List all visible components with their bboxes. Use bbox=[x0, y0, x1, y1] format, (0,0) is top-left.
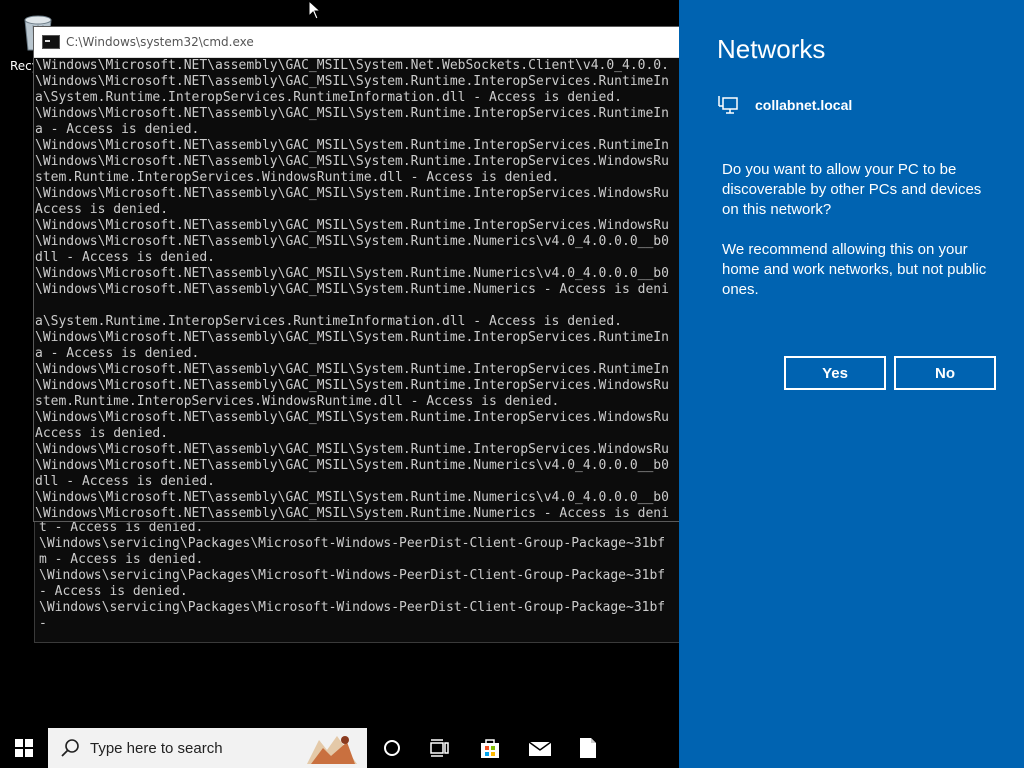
network-name: collabnet.local bbox=[755, 97, 853, 113]
windows-start-icon bbox=[15, 739, 33, 757]
store-icon bbox=[481, 739, 499, 758]
mail-icon bbox=[528, 741, 552, 756]
ethernet-icon bbox=[718, 96, 738, 114]
discoverable-question: Do you want to allow your PC to be disco… bbox=[722, 161, 982, 218]
yes-button[interactable]: Yes bbox=[784, 356, 886, 390]
cortana-button[interactable] bbox=[368, 728, 416, 768]
discoverable-recommendation: We recommend allowing this on your home … bbox=[722, 241, 987, 298]
search-placeholder: Type here to search bbox=[90, 739, 223, 757]
task-view-button[interactable] bbox=[416, 728, 464, 768]
no-button[interactable]: No bbox=[894, 356, 996, 390]
file-icon bbox=[580, 738, 596, 758]
cmd-app-icon bbox=[42, 35, 60, 49]
mail-button[interactable] bbox=[516, 728, 564, 768]
cmd-window[interactable]: C:\Windows\system32\cmd.exe \Windows\Mic… bbox=[33, 26, 681, 522]
file-button[interactable] bbox=[564, 728, 612, 768]
cmd-window-title: C:\Windows\system32\cmd.exe bbox=[66, 35, 254, 49]
networks-flyout: Networks collabnet.local Do you want to … bbox=[679, 0, 1024, 768]
cmd-console-body[interactable]: \Windows\Microsoft.NET\assembly\GAC_MSIL… bbox=[34, 58, 680, 521]
start-button[interactable] bbox=[0, 728, 48, 768]
cortana-icon bbox=[384, 740, 400, 756]
taskbar: Type here to search bbox=[0, 728, 679, 768]
cmd-titlebar[interactable]: C:\Windows\system32\cmd.exe bbox=[34, 27, 680, 58]
background-cmd-window[interactable]: t - Access is denied. \Windows\servicing… bbox=[34, 520, 681, 643]
network-entry[interactable]: collabnet.local bbox=[717, 94, 852, 116]
store-button[interactable] bbox=[466, 728, 514, 768]
task-view-icon bbox=[430, 739, 449, 757]
networks-title: Networks bbox=[717, 34, 826, 64]
cmd-output: \Windows\Microsoft.NET\assembly\GAC_MSIL… bbox=[35, 58, 669, 521]
search-icon bbox=[61, 739, 79, 757]
background-cmd-output: t - Access is denied. \Windows\servicing… bbox=[39, 520, 666, 631]
search-highlight-illustration-icon bbox=[297, 728, 367, 768]
mouse-pointer-icon bbox=[308, 0, 322, 20]
taskbar-search-box[interactable]: Type here to search bbox=[48, 728, 367, 768]
